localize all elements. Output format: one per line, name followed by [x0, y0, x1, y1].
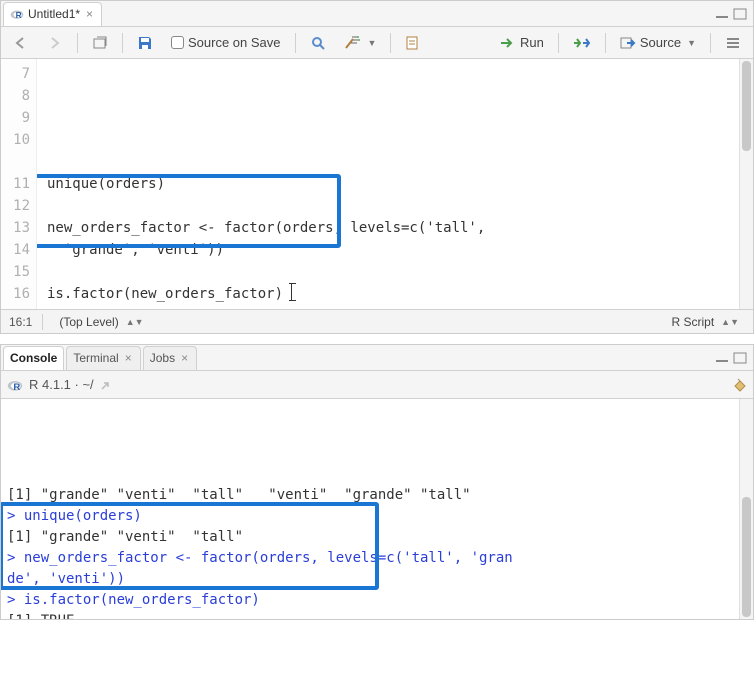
source-button[interactable]: Source ▼: [614, 33, 702, 52]
console-pane: Console Terminal × Jobs × R R 4.1.: [0, 344, 754, 620]
line-number: 8: [1, 85, 30, 107]
updown-caret-icon: ▲▼: [721, 317, 739, 327]
r-logo-icon: R: [10, 7, 24, 21]
console-output-line: [1] "grande" "venti" "tall" "venti" "gra…: [7, 485, 747, 506]
language-selector[interactable]: R Script ▲▼: [665, 313, 745, 331]
show-in-new-window-button[interactable]: [86, 34, 114, 52]
tab-jobs[interactable]: Jobs ×: [143, 346, 197, 370]
console-command-line: de', 'venti')): [7, 569, 747, 590]
console-info: R 4.1.1 · ~/: [29, 377, 94, 392]
code-line: 'grande', 'venti')): [47, 239, 753, 261]
tab-console-label: Console: [10, 351, 57, 365]
line-number: 10: [1, 129, 30, 151]
scrollbar-thumb[interactable]: [742, 61, 751, 151]
svg-text:R: R: [13, 381, 20, 392]
svg-text:R: R: [16, 10, 22, 20]
save-button[interactable]: [131, 33, 159, 53]
editor-vertical-scrollbar[interactable]: [739, 59, 753, 309]
line-number: [1, 151, 30, 173]
minimize-pane-icon[interactable]: [715, 352, 729, 364]
source-on-save-checkbox[interactable]: Source on Save: [165, 33, 287, 52]
code-area[interactable]: unique(orders) new_orders_factor <- fact…: [37, 59, 753, 309]
language-label: R Script: [671, 315, 714, 329]
console-output[interactable]: [1] "grande" "venti" "tall" "venti" "gra…: [1, 399, 753, 619]
code-line: [47, 195, 753, 217]
code-line: [47, 151, 753, 173]
editor-tabstrip: R Untitled1* ×: [1, 1, 753, 27]
popout-icon[interactable]: [100, 379, 114, 391]
line-number: 7: [1, 63, 30, 85]
line-number: 9: [1, 107, 30, 129]
window-buttons: [715, 352, 753, 364]
code-line: [47, 305, 753, 309]
text-cursor: [291, 283, 292, 301]
code-tools-button[interactable]: ▼: [338, 33, 383, 53]
line-number: 13: [1, 217, 30, 239]
code-line: new_orders_factor <- factor(orders, leve…: [47, 217, 753, 239]
line-number: 15: [1, 261, 30, 283]
r-logo-icon: R: [7, 377, 23, 393]
editor-tab-untitled1[interactable]: R Untitled1* ×: [3, 2, 102, 26]
close-icon[interactable]: ×: [123, 351, 134, 365]
console-command-line: > new_orders_factor <- factor(orders, le…: [7, 548, 747, 569]
console-toolbar: R R 4.1.1 · ~/: [1, 371, 753, 399]
rerun-button[interactable]: [567, 35, 597, 51]
editor-statusbar: 16:1 (Top Level) ▲▼ R Script ▲▼: [1, 309, 753, 333]
minimize-pane-icon[interactable]: [715, 8, 729, 20]
source-label: Source: [640, 35, 681, 50]
nav-forward-button[interactable]: [41, 34, 69, 52]
code-line: [47, 261, 753, 283]
clear-console-button[interactable]: [731, 377, 747, 393]
code-line: unique(orders): [47, 173, 753, 195]
find-button[interactable]: [304, 33, 332, 53]
console-output-line: [1] "grande" "venti" "tall": [7, 527, 747, 548]
editor-toolbar: Source on Save ▼ Run Source ▼: [1, 27, 753, 59]
source-editor-pane: R Untitled1* ×: [0, 0, 754, 334]
run-button[interactable]: Run: [494, 33, 550, 52]
run-label: Run: [520, 35, 544, 50]
chevron-down-icon: ▼: [368, 38, 377, 48]
source-on-save-label: Source on Save: [188, 35, 281, 50]
scope-selector[interactable]: (Top Level) ▲▼: [53, 313, 149, 331]
scrollbar-thumb[interactable]: [742, 497, 751, 617]
outline-button[interactable]: [719, 34, 747, 52]
code-line: is.factor(new_orders_factor): [47, 283, 753, 305]
close-icon[interactable]: ×: [84, 7, 95, 21]
cursor-position: 16:1: [9, 315, 32, 329]
line-number: 11: [1, 173, 30, 195]
window-buttons: [715, 8, 753, 20]
tab-terminal-label: Terminal: [73, 351, 118, 365]
editor-tab-title: Untitled1*: [28, 7, 80, 21]
tab-jobs-label: Jobs: [150, 351, 175, 365]
line-number: 14: [1, 239, 30, 261]
scope-label: (Top Level): [59, 315, 118, 329]
close-icon[interactable]: ×: [179, 351, 190, 365]
chevron-down-icon: ▼: [687, 38, 696, 48]
updown-caret-icon: ▲▼: [126, 317, 144, 327]
console-tabstrip: Console Terminal × Jobs ×: [1, 345, 753, 371]
console-command-line: > unique(orders): [7, 506, 747, 527]
line-number: 12: [1, 195, 30, 217]
console-vertical-scrollbar[interactable]: [739, 399, 753, 619]
line-number-gutter: 78910 111213141516: [1, 59, 37, 309]
line-number: 16: [1, 283, 30, 305]
tab-console[interactable]: Console: [3, 346, 64, 370]
console-command-line: > is.factor(new_orders_factor): [7, 590, 747, 611]
tab-terminal[interactable]: Terminal ×: [66, 346, 140, 370]
compile-report-button[interactable]: [399, 33, 425, 53]
code-editor[interactable]: 78910 111213141516 unique(orders) new_or…: [1, 59, 753, 309]
maximize-pane-icon[interactable]: [733, 8, 747, 20]
run-arrow-icon: [500, 37, 516, 49]
checkbox-icon: [171, 36, 184, 49]
nav-back-button[interactable]: [7, 34, 35, 52]
console-output-line: [1] TRUE: [7, 611, 747, 619]
maximize-pane-icon[interactable]: [733, 352, 747, 364]
